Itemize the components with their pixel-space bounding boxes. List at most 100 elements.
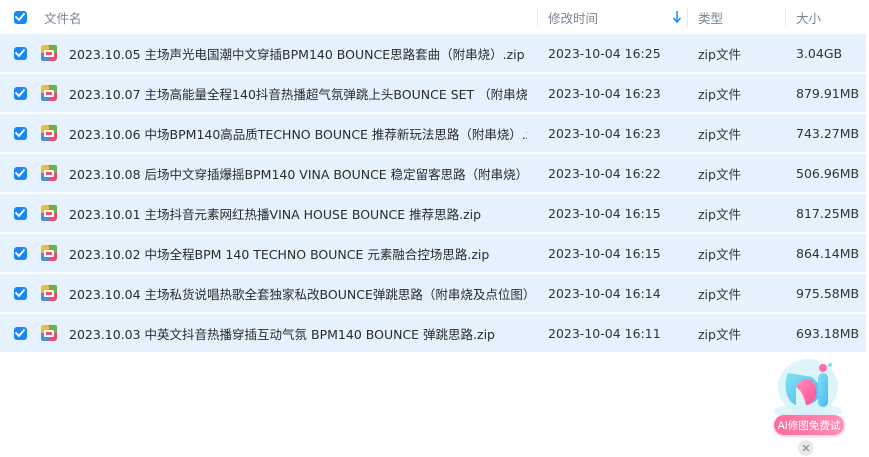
row-checkbox-cell[interactable] xyxy=(0,114,40,152)
file-name-cell[interactable]: 2023.10.08 后场中文穿插爆摇BPM140 VINA BOUNCE 稳定… xyxy=(40,154,538,192)
file-modified-time: 2023-10-04 16:14 xyxy=(548,285,661,301)
file-row[interactable]: 2023.10.03 中英文抖音热播穿插互动气氛 BPM140 BOUNCE 弹… xyxy=(0,314,866,352)
column-header-type-label: 类型 xyxy=(698,10,724,26)
column-header-modified-time[interactable]: 修改时间 xyxy=(538,0,688,34)
row-checkbox[interactable] xyxy=(13,166,27,180)
file-row[interactable]: 2023.10.02 中场全程BPM 140 TECHNO BOUNCE 元素融… xyxy=(0,234,866,272)
file-type: zip文件 xyxy=(698,326,741,342)
file-modified-time: 2023-10-04 16:11 xyxy=(548,325,661,341)
checkbox-checked-icon xyxy=(15,329,25,337)
row-checkbox[interactable] xyxy=(13,206,27,220)
select-all-checkbox[interactable] xyxy=(13,10,27,24)
checkbox-checked-icon xyxy=(15,169,25,177)
checkbox-checked-icon xyxy=(15,89,25,97)
row-checkbox-cell[interactable] xyxy=(0,234,40,272)
zip-archive-icon xyxy=(41,205,57,221)
file-modified-time: 2023-10-04 16:15 xyxy=(548,245,661,261)
row-checkbox-cell[interactable] xyxy=(0,154,40,192)
file-modified-time: 2023-10-04 16:23 xyxy=(548,125,661,141)
row-checkbox[interactable] xyxy=(13,326,27,340)
row-checkbox[interactable] xyxy=(13,86,27,100)
file-row[interactable]: 2023.10.01 主场抖音元素网红热播VINA HOUSE BOUNCE 推… xyxy=(0,194,866,232)
file-name: 2023.10.02 中场全程BPM 140 TECHNO BOUNCE 元素融… xyxy=(69,246,490,262)
ai-widget-close-button[interactable] xyxy=(798,440,814,456)
row-checkbox[interactable] xyxy=(13,286,27,300)
file-size: 879.91MB xyxy=(796,85,860,101)
file-size: 3.04GB xyxy=(796,45,843,61)
row-checkbox-cell[interactable] xyxy=(0,314,40,352)
checkbox-checked-icon xyxy=(15,289,25,297)
close-icon xyxy=(802,444,810,452)
select-all-cell[interactable] xyxy=(0,0,40,34)
file-size: 975.58MB xyxy=(796,285,860,301)
row-checkbox-cell[interactable] xyxy=(0,274,40,312)
file-row[interactable]: 2023.10.05 主场声光电国潮中文穿插BPM140 BOUNCE思路套曲（… xyxy=(0,34,866,72)
column-header-type[interactable]: 类型 xyxy=(688,0,786,34)
file-size: 864.14MB xyxy=(796,245,860,261)
file-name: 2023.10.01 主场抖音元素网红热播VINA HOUSE BOUNCE 推… xyxy=(69,206,482,222)
file-type: zip文件 xyxy=(698,286,741,302)
sort-desc-arrow-icon[interactable] xyxy=(672,10,682,24)
checkbox-checked-icon xyxy=(15,129,25,137)
zip-archive-icon xyxy=(41,285,57,301)
file-name-cell[interactable]: 2023.10.05 主场声光电国潮中文穿插BPM140 BOUNCE思路套曲（… xyxy=(40,34,538,72)
file-modified-time: 2023-10-04 16:25 xyxy=(548,45,661,61)
file-name-cell[interactable]: 2023.10.07 主场高能量全程140抖音热播超气氛弹跳上头BOUNCE S… xyxy=(40,74,538,112)
file-row[interactable]: 2023.10.07 主场高能量全程140抖音热播超气氛弹跳上头BOUNCE S… xyxy=(0,74,866,112)
zip-archive-icon xyxy=(41,325,57,341)
row-checkbox-cell[interactable] xyxy=(0,34,40,72)
file-row[interactable]: 2023.10.06 中场BPM140高品质TECHNO BOUNCE 推荐新玩… xyxy=(0,114,866,152)
file-name-cell[interactable]: 2023.10.03 中英文抖音热播穿插互动气氛 BPM140 BOUNCE 弹… xyxy=(40,314,538,352)
file-name: 2023.10.03 中英文抖音热播穿插互动气氛 BPM140 BOUNCE 弹… xyxy=(69,326,495,342)
ai-assistant-icon[interactable] xyxy=(766,357,850,421)
table-header: 文件名 修改时间 类型 大小 xyxy=(0,0,866,34)
zip-archive-icon xyxy=(41,125,57,141)
column-header-size[interactable]: 大小 xyxy=(786,0,866,34)
file-type: zip文件 xyxy=(698,126,741,142)
file-type: zip文件 xyxy=(698,46,741,62)
row-checkbox[interactable] xyxy=(13,46,27,60)
row-checkbox[interactable] xyxy=(13,246,27,260)
ai-retouch-widget[interactable]: AI修图免费试 xyxy=(766,357,850,457)
checkbox-checked-icon xyxy=(15,249,25,257)
file-rows: 2023.10.05 主场声光电国潮中文穿插BPM140 BOUNCE思路套曲（… xyxy=(0,34,866,354)
file-modified-time: 2023-10-04 16:23 xyxy=(548,85,661,101)
zip-archive-icon xyxy=(41,165,57,181)
row-checkbox[interactable] xyxy=(13,126,27,140)
file-name-cell[interactable]: 2023.10.01 主场抖音元素网红热播VINA HOUSE BOUNCE 推… xyxy=(40,194,538,232)
column-header-size-label: 大小 xyxy=(796,10,822,26)
file-row[interactable]: 2023.10.04 主场私货说唱热歌全套独家私改BOUNCE弹跳思路（附串烧及… xyxy=(0,274,866,312)
file-type: zip文件 xyxy=(698,86,741,102)
column-header-name[interactable]: 文件名 xyxy=(40,0,538,34)
file-name: 2023.10.04 主场私货说唱热歌全套独家私改BOUNCE弹跳思路（附串烧及… xyxy=(69,286,527,302)
file-type: zip文件 xyxy=(698,206,741,222)
file-row[interactable]: 2023.10.08 后场中文穿插爆摇BPM140 VINA BOUNCE 稳定… xyxy=(0,154,866,192)
zip-archive-icon xyxy=(41,245,57,261)
checkbox-checked-icon xyxy=(15,209,25,217)
file-modified-time: 2023-10-04 16:15 xyxy=(548,205,661,221)
column-header-time-label: 修改时间 xyxy=(548,10,599,26)
file-size: 693.18MB xyxy=(796,325,860,341)
file-name-cell[interactable]: 2023.10.04 主场私货说唱热歌全套独家私改BOUNCE弹跳思路（附串烧及… xyxy=(40,274,538,312)
ai-retouch-label[interactable]: AI修图免费试 xyxy=(774,415,844,435)
file-name: 2023.10.07 主场高能量全程140抖音热播超气氛弹跳上头BOUNCE S… xyxy=(69,86,527,102)
file-name: 2023.10.06 中场BPM140高品质TECHNO BOUNCE 推荐新玩… xyxy=(69,126,527,142)
file-name: 2023.10.08 后场中文穿插爆摇BPM140 VINA BOUNCE 稳定… xyxy=(69,166,527,182)
file-list-panel: 文件名 修改时间 类型 大小 2023.10.05 主场声光电国潮中文穿插BPM… xyxy=(0,0,869,457)
file-name: 2023.10.05 主场声光电国潮中文穿插BPM140 BOUNCE思路套曲（… xyxy=(69,46,525,62)
checkbox-checked-icon xyxy=(15,13,25,21)
zip-archive-icon xyxy=(41,85,57,101)
file-type: zip文件 xyxy=(698,166,741,182)
file-size: 743.27MB xyxy=(796,125,860,141)
column-header-name-label: 文件名 xyxy=(44,10,82,26)
file-name-cell[interactable]: 2023.10.02 中场全程BPM 140 TECHNO BOUNCE 元素融… xyxy=(40,234,538,272)
zip-archive-icon xyxy=(41,45,57,61)
file-size: 817.25MB xyxy=(796,205,860,221)
row-checkbox-cell[interactable] xyxy=(0,194,40,232)
file-size: 506.96MB xyxy=(796,165,860,181)
file-modified-time: 2023-10-04 16:22 xyxy=(548,165,661,181)
checkbox-checked-icon xyxy=(15,49,25,57)
file-type: zip文件 xyxy=(698,246,741,262)
file-name-cell[interactable]: 2023.10.06 中场BPM140高品质TECHNO BOUNCE 推荐新玩… xyxy=(40,114,538,152)
row-checkbox-cell[interactable] xyxy=(0,74,40,112)
